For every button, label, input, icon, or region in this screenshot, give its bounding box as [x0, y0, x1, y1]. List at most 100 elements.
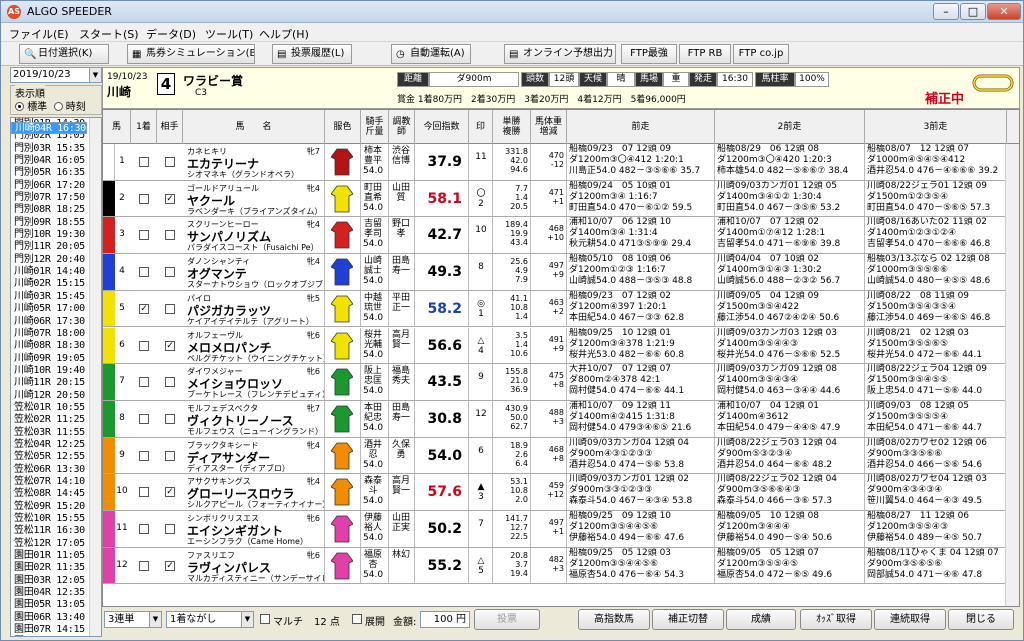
radio-standard[interactable] [15, 102, 24, 111]
prev-race-cell[interactable]: 川崎08/02カワセ02 12頭 06 ダ900m③③⑤⑥⑥ 酒井忍54.0 4… [865, 437, 1007, 474]
prev-race-cell[interactable]: 船橋08/29 06 12頭 08 ダ1200m③〇④420 1:20:3 柿本… [715, 144, 865, 180]
race-list-item[interactable]: 門別05R 16:35 [11, 167, 101, 179]
race-list-item[interactable]: 園田06R 13:40 [11, 612, 101, 624]
prev-race-cell[interactable]: 浦和10/07 06 12頭 10 ダ1400m③④ 1:31:4 秋元耕54.… [567, 217, 715, 254]
prev-race-cell[interactable]: 船橋08/11ひゃくま 04 12頭 07 ダ900m③⑤⑥⑤⑥ 岡部誠54.0… [865, 547, 1007, 584]
race-list-item[interactable]: 川崎06R 17:30 [11, 316, 101, 328]
race-list-item[interactable]: 園田03R 12:05 [11, 575, 101, 587]
auto-run-button[interactable]: ◷ 自動運転(A) [391, 44, 471, 64]
race-list-item[interactable]: 園田02R 11:35 [11, 562, 101, 574]
prev-race-cell[interactable]: 川崎08/22 08 11頭 09 ダ1500m③⑤④③⑤④ 藤江渉54.0 4… [865, 290, 1007, 327]
continuous-fetch-button[interactable]: 連続取得 [874, 609, 946, 630]
online-export-button[interactable]: ▤ オンライン予想出力 [504, 44, 616, 64]
race-list-item[interactable]: 川崎01R 14:40 [11, 266, 101, 278]
prev-race-cell[interactable]: 船橋09/25 05 12頭 03 ダ1200m③⑤④④⑤⑥ 福原杏54.0 4… [567, 547, 715, 584]
race-list-item[interactable]: 笠松01R 10:55 [11, 402, 101, 414]
prev-race-cell[interactable]: 川崎09/05 04 12頭 09 ダ1500m③⑤④422 藤江渉54.0 4… [715, 290, 865, 327]
date-dropdown[interactable]: 2019/10/23 ▼ [10, 67, 102, 83]
prev-race-cell[interactable]: 川崎08/16あいた02 11頭 02 ダ1400m①②③①②④ 吉留孝54.0… [865, 217, 1007, 254]
first-checkbox[interactable] [139, 377, 149, 388]
prev-race-cell[interactable]: 浦和10/07 09 12頭 11 ダ1400m④②415 1:31:8 岡村健… [567, 400, 715, 437]
race-list-item[interactable]: 笠松09R 15:20 [11, 501, 101, 513]
race-list-item[interactable]: 笠松07R 14:10 [11, 476, 101, 488]
race-list-item[interactable]: 笠松06R 13:30 [11, 464, 101, 476]
amount-input[interactable]: 100 円 [420, 611, 470, 628]
prev-race-cell[interactable]: 船橋09/23 07 12頭 09 ダ1200m③〇④412 1:20:1 川島… [567, 144, 715, 180]
prev-race-cell[interactable]: 浦和10/07 04 12頭 01 ダ1400m④3612 本田紀54.0 47… [715, 400, 865, 437]
first-checkbox[interactable] [139, 560, 149, 571]
prev-race-cell[interactable]: 船橋03/13ぶなら 02 12頭 08 ダ1000m③⑤⑤⑥⑥ 山崎誠54.0… [865, 254, 1007, 290]
close-button[interactable]: 閉じる [948, 609, 1014, 630]
prev-race-cell[interactable]: 大井10/07 07 12頭 07 ダ800m②④378 42:1 岡村健54.… [567, 364, 715, 400]
race-list-item[interactable]: 笠松12R 17:05 [11, 538, 101, 550]
date-select-button[interactable]: 🔍 日付選択(K) [19, 44, 109, 64]
radio-time[interactable] [53, 102, 63, 111]
prev-race-cell[interactable]: 船橋08/07 12 12頭 07 ダ1000m④⑤④⑤④412 酒井忍54.0… [865, 144, 1007, 180]
prev-race-cell[interactable]: 船橋09/05 05 12頭 07 ダ1200m③⑤⑤④⑤ 福原杏54.0 47… [715, 547, 865, 584]
race-list-item[interactable]: 園田05R 13:05 [11, 599, 101, 611]
odds-fetch-button[interactable]: ｵｯｽﾞ取得 [800, 609, 872, 630]
prev-race-cell[interactable]: 川崎08/22ジェラ03 12頭 04 ダ900m⑤③②③④ 酒井忍54.0 4… [715, 437, 865, 474]
prev-race-cell[interactable]: 川崎08/21 02 12頭 03 ダ1500m③⑤⑤⑥⑤ 桜井光54.0 47… [865, 327, 1007, 364]
vote-button[interactable]: 投票 [474, 609, 540, 630]
partner-checkbox[interactable] [165, 413, 175, 424]
prev-race-cell[interactable]: 船橋09/23 07 12頭 02 ダ1200m④397 1:20:1 本田紀5… [567, 290, 715, 327]
prev-race-cell[interactable]: 船橋08/27 11 12頭 06 ダ1200m③⑤⑤④③ 伊藤裕54.0 48… [865, 511, 1007, 547]
prev-race-cell[interactable]: 川崎09/03カンガ04 12頭 04 ダ900m④③①②③③ 酒井忍54.0 … [567, 437, 715, 474]
maximize-button[interactable]: □ [960, 3, 986, 20]
race-list-item[interactable]: 園田01R 11:05 [11, 550, 101, 562]
ftp-rb-button[interactable]: FTP RB [679, 44, 731, 64]
race-list-item[interactable]: 門別11R 20:05 [11, 241, 101, 253]
first-checkbox[interactable] [139, 157, 149, 167]
first-checkbox[interactable] [139, 450, 149, 461]
partner-checkbox[interactable] [165, 303, 175, 314]
partner-checkbox[interactable] [165, 157, 175, 167]
first-checkbox[interactable] [139, 413, 149, 424]
prev-race-cell[interactable]: 浦和10/07 07 12頭 02 ダ1400m①⑦④12 1:28:1 吉留孝… [715, 217, 865, 254]
race-list[interactable]: 門別01R 14:30門別02R 15:05門別03R 15:35門別04R 1… [10, 117, 102, 637]
first-checkbox[interactable] [139, 487, 149, 498]
partner-checkbox[interactable] [165, 377, 175, 388]
partner-checkbox[interactable] [165, 267, 175, 278]
race-list-item[interactable]: 園田04R 12:35 [11, 587, 101, 599]
tenkai-checkbox[interactable] [352, 614, 362, 624]
vote-history-button[interactable]: ▤ 投票履歴(L) [272, 44, 352, 64]
prev-race-cell[interactable]: 川崎04/04 07 10頭 02 ダ1400m③①④③ 1:30:2 山崎誠5… [715, 254, 865, 290]
prev-race-cell[interactable]: 船橋09/25 10 12頭 01 ダ1200m③④378 1:21:9 桜井光… [567, 327, 715, 364]
race-list-item[interactable]: 笠松02R 11:25 [11, 414, 101, 426]
race-list-item[interactable]: 川崎05R 17:00 [11, 303, 101, 315]
first-checkbox[interactable] [139, 524, 149, 534]
bet-type-select[interactable]: 3連単 ▼ [104, 611, 162, 628]
race-list-item[interactable]: 川崎07R 18:00 [11, 328, 101, 340]
high-index-button[interactable]: 高指数馬 [578, 609, 650, 630]
race-list-item[interactable]: 園田07R 14:15 [11, 624, 101, 636]
race-list-item[interactable]: 門別08R 18:25 [11, 204, 101, 216]
menu-start[interactable]: スタート(S) [79, 26, 139, 42]
prev-race-cell[interactable]: 船橋05/10 08 10頭 06 ダ1200m①②③ 1:16:7 山崎誠54… [567, 254, 715, 290]
race-list-item[interactable]: 笠松08R 14:45 [11, 488, 101, 500]
table-scrollbar[interactable] [1005, 144, 1019, 606]
ftp-cojp-button[interactable]: FTP co.jp [733, 44, 789, 64]
correction-toggle-button[interactable]: 補正切替 [652, 609, 724, 630]
minimize-button[interactable]: – [933, 3, 959, 20]
bet-method-select[interactable]: 1着ながし ▼ [166, 611, 254, 628]
race-list-item[interactable]: 笠松04R 12:25 [11, 439, 101, 451]
prev-race-cell[interactable]: 川崎08/02カワセ04 12頭 03 ダ900m④③④③④ 笹川翼54.0 4… [865, 474, 1007, 510]
race-list-item[interactable]: 園田08R 14:55 [11, 636, 101, 637]
prev-race-cell[interactable]: 川崎08/22ジェラ04 12頭 09 ダ1500m③⑤④⑤⑤ 阪上忠54.0 … [865, 364, 1007, 400]
race-list-item[interactable]: 門別04R 16:05 [11, 155, 101, 167]
race-list-item[interactable]: 門別07R 17:50 [11, 192, 101, 204]
partner-checkbox[interactable] [165, 450, 175, 461]
race-list-item[interactable]: 川崎11R 20:15 [11, 377, 101, 389]
first-checkbox[interactable] [139, 267, 149, 278]
race-list-item[interactable]: 笠松11R 16:30 [11, 525, 101, 537]
first-checkbox[interactable]: ✓ [139, 303, 149, 314]
race-list-item[interactable]: 笠松10R 15:55 [11, 513, 101, 525]
partner-checkbox[interactable]: ✓ [165, 487, 175, 498]
menu-data[interactable]: データ(D) [146, 26, 196, 42]
prev-race-cell[interactable]: 川崎09/03カンガ01 12頭 05 ダ1400m③④①② 1:30:4 町田… [715, 180, 865, 217]
race-list-item[interactable]: 川崎02R 15:15 [11, 278, 101, 290]
race-list-item[interactable]: 門別12R 20:40 [11, 254, 101, 266]
partner-checkbox[interactable]: ✓ [165, 560, 175, 571]
race-list-item[interactable]: 門別10R 19:30 [11, 229, 101, 241]
